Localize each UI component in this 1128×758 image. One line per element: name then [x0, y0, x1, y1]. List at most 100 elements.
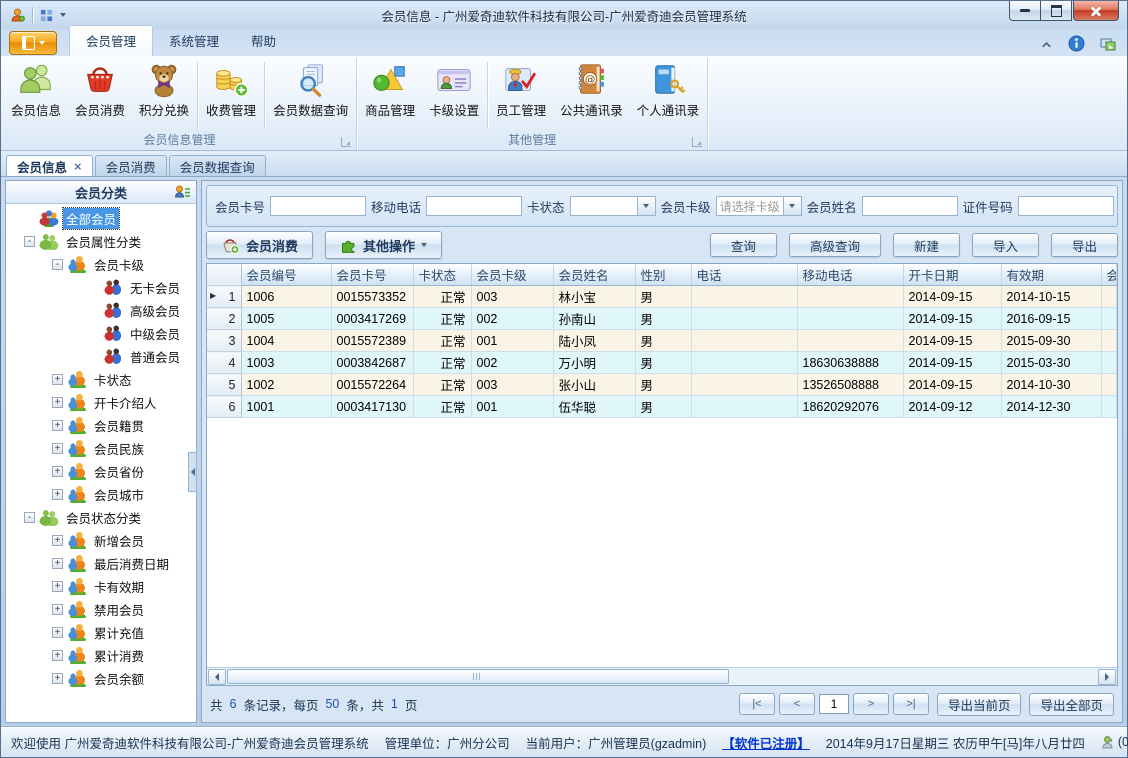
- tree-item[interactable]: 会员卡级: [6, 253, 196, 276]
- doc-tab-member-data-query[interactable]: 会员数据查询: [168, 155, 266, 176]
- last-page-button[interactable]: >|: [892, 693, 929, 715]
- tree-item[interactable]: 中级会员: [6, 322, 196, 345]
- ribbon-tab-system-management[interactable]: 系统管理: [153, 26, 235, 56]
- column-header[interactable]: 会员卡级: [471, 264, 554, 286]
- tree-expander-icon[interactable]: [52, 466, 63, 477]
- table-row[interactable]: 2 1005 0003417269 正常 002 孙南山 男 2014-09-1…: [207, 307, 1117, 330]
- column-header[interactable]: 会员: [1101, 264, 1117, 286]
- tree-expander-icon[interactable]: [24, 236, 35, 247]
- advanced-query-button[interactable]: 高级查询: [788, 233, 881, 257]
- tree-expander-icon[interactable]: [52, 650, 63, 661]
- tree-expander-icon[interactable]: [52, 374, 63, 385]
- ribbon-button-member-data-query[interactable]: 会员数据查询: [266, 58, 355, 133]
- ribbon-button-fee-management[interactable]: 收费管理: [199, 58, 263, 133]
- member-name-input[interactable]: [861, 196, 958, 216]
- ribbon-button-personal-contacts[interactable]: 个人通讯录: [630, 58, 707, 133]
- column-header[interactable]: 移动电话: [797, 264, 904, 286]
- tree-expander-icon[interactable]: [52, 673, 63, 684]
- close-button[interactable]: [1073, 1, 1119, 21]
- column-header[interactable]: 开卡日期: [903, 264, 1002, 286]
- sidebar-collapse-handle[interactable]: [188, 451, 197, 492]
- scrollbar-thumb[interactable]: [227, 669, 729, 684]
- ribbon-tab-help[interactable]: 帮助: [235, 26, 292, 56]
- column-header[interactable]: 性别: [635, 264, 692, 286]
- tree-item[interactable]: 累计消费: [6, 644, 196, 667]
- card-no-input[interactable]: [270, 196, 367, 216]
- tree-item[interactable]: 普通会员: [6, 345, 196, 368]
- collapse-ribbon-icon[interactable]: [1039, 38, 1054, 50]
- tree-expander-icon[interactable]: [52, 627, 63, 638]
- tree-expander-icon[interactable]: [52, 259, 63, 270]
- card-status-select[interactable]: [569, 196, 656, 216]
- export-all-pages-button[interactable]: 导出全部页: [1029, 692, 1114, 716]
- close-tab-icon[interactable]: ×: [74, 160, 82, 173]
- tree-item[interactable]: 新增会员: [6, 529, 196, 552]
- tree-item[interactable]: 会员余额: [6, 667, 196, 690]
- tree-item[interactable]: 会员属性分类: [6, 230, 196, 253]
- tree-expander-icon[interactable]: [52, 443, 63, 454]
- other-operations-button[interactable]: 其他操作: [325, 231, 443, 259]
- table-row[interactable]: 6 1001 0003417130 正常 001 伍华聪 男 186202920…: [207, 395, 1117, 418]
- card-level-select[interactable]: 请选择卡级: [715, 196, 802, 216]
- table-row[interactable]: 5 1002 0015572264 正常 003 张小山 男 135265088…: [207, 373, 1117, 396]
- ribbon-button-card-level-settings[interactable]: 卡级设置: [422, 58, 486, 133]
- tree-item[interactable]: 禁用会员: [6, 598, 196, 621]
- scroll-left-button[interactable]: [208, 668, 226, 685]
- import-button[interactable]: 导入: [971, 233, 1039, 257]
- tree-item[interactable]: 开卡介绍人: [6, 391, 196, 414]
- tree-item[interactable]: 高级会员: [6, 299, 196, 322]
- tree-item[interactable]: 无卡会员: [6, 276, 196, 299]
- ribbon-button-points-exchange[interactable]: 积分兑换: [132, 58, 196, 133]
- dropdown-button[interactable]: [782, 196, 802, 216]
- tree-item[interactable]: 会员籍贯: [6, 414, 196, 437]
- registered-link[interactable]: 【软件已注册】: [722, 733, 810, 752]
- dialog-launcher-icon[interactable]: [341, 137, 352, 147]
- table-row[interactable]: 4 1003 0003842687 正常 002 万小明 男 186306388…: [207, 351, 1117, 374]
- application-menu-button[interactable]: [9, 31, 57, 55]
- doc-tab-member-info[interactable]: 会员信息 ×: [6, 155, 93, 176]
- tree-item[interactable]: 会员状态分类: [6, 506, 196, 529]
- doc-tab-member-consume[interactable]: 会员消费: [94, 155, 167, 176]
- column-header[interactable]: 会员姓名: [553, 264, 636, 286]
- tree-expander-icon[interactable]: [52, 420, 63, 431]
- ribbon-button-employee-management[interactable]: 员工管理: [489, 58, 553, 133]
- scroll-right-button[interactable]: [1098, 668, 1116, 685]
- new-button[interactable]: 新建: [892, 233, 960, 257]
- ribbon-button-member-info[interactable]: 会员信息: [4, 58, 68, 133]
- tree-item[interactable]: 会员民族: [6, 437, 196, 460]
- minimize-button[interactable]: [1009, 1, 1041, 21]
- table-row[interactable]: 1 1006 0015573352 正常 003 林小宝 男 2014-: [207, 285, 1117, 308]
- switch-window-icon[interactable]: [1099, 36, 1117, 52]
- column-header[interactable]: 电话: [691, 264, 798, 286]
- ribbon-tab-member-management[interactable]: 会员管理: [69, 25, 154, 56]
- member-consume-button[interactable]: 会员消费: [206, 231, 314, 259]
- tree-expander-icon[interactable]: [52, 604, 63, 615]
- tree-item[interactable]: 累计充值: [6, 621, 196, 644]
- tree-item[interactable]: 最后消费日期: [6, 552, 196, 575]
- tree-item[interactable]: 会员省份: [6, 460, 196, 483]
- table-row[interactable]: 3 1004 0015572389 正常 001 陆小凤 男 2014-09-1…: [207, 329, 1117, 352]
- export-button[interactable]: 导出: [1050, 233, 1118, 257]
- column-header[interactable]: 有效期: [1001, 264, 1102, 286]
- dropdown-button[interactable]: [636, 196, 656, 216]
- tree-expander-icon[interactable]: [52, 558, 63, 569]
- column-header[interactable]: 会员卡号: [331, 264, 414, 286]
- tree-item[interactable]: 卡状态: [6, 368, 196, 391]
- column-header[interactable]: 会员编号: [241, 264, 332, 286]
- info-icon[interactable]: [1068, 35, 1085, 52]
- member-list-icon[interactable]: [174, 184, 191, 200]
- id-no-input[interactable]: [1017, 196, 1114, 216]
- maximize-button[interactable]: [1041, 1, 1072, 21]
- column-header[interactable]: 卡状态: [413, 264, 472, 286]
- tree-expander-icon[interactable]: [24, 512, 35, 523]
- tree-expander-icon[interactable]: [52, 397, 63, 408]
- ribbon-button-public-contacts[interactable]: @ 公共通讯录: [553, 58, 630, 133]
- tree-expander-icon[interactable]: [52, 535, 63, 546]
- tree-expander-icon[interactable]: [52, 489, 63, 500]
- horizontal-scrollbar[interactable]: [207, 667, 1117, 685]
- page-number-input[interactable]: [818, 694, 849, 714]
- tree-item[interactable]: 会员城市: [6, 483, 196, 506]
- prev-page-button[interactable]: <: [778, 693, 815, 715]
- tree-item[interactable]: 全部会员: [6, 207, 196, 230]
- ribbon-button-product-management[interactable]: 商品管理: [358, 58, 422, 133]
